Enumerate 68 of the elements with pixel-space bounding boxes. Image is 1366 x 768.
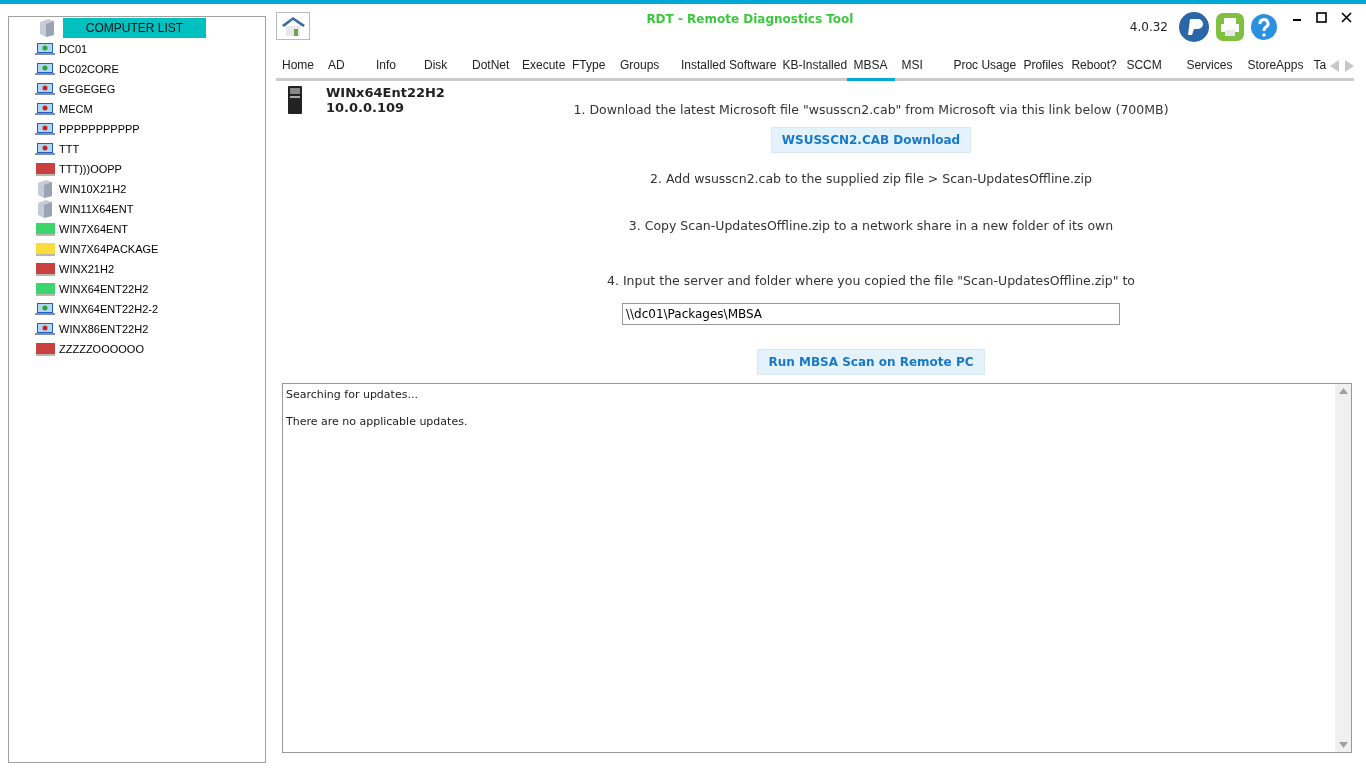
tab[interactable]: KB-Installed [776,58,848,81]
tab[interactable]: SCCM [1120,58,1181,81]
maximize-icon[interactable] [1316,12,1327,23]
computer-name[interactable]: GEGEGEG [59,83,116,95]
tab[interactable]: FType [566,58,614,81]
version-label: 4.0.32 [1129,20,1168,34]
output-line: There are no applicable updates. [286,415,469,428]
share-path-field[interactable]: \\dc01\Packages\MBSA [622,303,1120,325]
tab[interactable]: Ta [1307,58,1327,81]
tab[interactable]: Execute [516,58,566,81]
computer-name[interactable]: MECM [59,103,93,115]
computer-name[interactable]: WIN11X64ENT [59,203,134,215]
tab[interactable]: Disk [418,58,466,81]
tab[interactable]: DotNet [466,58,516,81]
close-icon[interactable] [1341,12,1352,23]
instruction-text: 4. Input the server and folder where you copied the file "Scan-UpdatesOffline.zip" to [607,273,1135,288]
tab[interactable]: Home [276,58,322,81]
tab[interactable]: Reboot? [1065,58,1121,81]
output-line: Searching for updates... [286,388,419,401]
computer-name[interactable]: WINX86ENT22H2 [59,323,149,335]
laptop-icon [35,302,55,316]
window-title: RDT - Remote Diagnostics Tool [645,12,855,26]
laptop-icon [35,82,55,96]
computer-name[interactable]: PPPPPPPPPPP [59,123,140,135]
computer-name[interactable]: TTT [59,143,80,155]
computer-name[interactable]: WINX21H2 [59,263,115,275]
server-icon [39,18,55,38]
computer-name[interactable]: DC01 [59,43,88,55]
printer-icon[interactable] [1216,13,1244,41]
tab[interactable]: StoreApps [1241,58,1308,81]
computer-name[interactable]: WIN10X21H2 [59,183,127,195]
tab[interactable]: Services [1180,58,1242,81]
machine-ip: 10.0.0.109 [326,100,406,115]
download-button[interactable]: WSUSSCN2.CAB Download [770,127,972,153]
tower-pc-icon [286,85,304,115]
computer-name[interactable]: DC02CORE [59,63,119,75]
run-scan-button[interactable]: Run MBSA Scan on Remote PC [757,349,985,375]
computer-name[interactable]: WINX64ENT22H2 [59,283,149,295]
computer-name[interactable]: WIN7X64PACKAGE [59,243,159,255]
laptop-icon [35,122,55,136]
machine-name: WINx64Ent22H2 [326,85,445,100]
laptop-icon [35,62,55,76]
server-icon [37,199,53,219]
instruction-text: 3. Copy Scan-UpdatesOffline.zip to a network share in a new folder of its own [628,218,1114,233]
tab[interactable]: MBSA [847,58,896,81]
tab[interactable]: Proc Usage [947,58,1018,81]
laptop-icon [35,102,55,116]
scroll-up-icon[interactable] [1338,388,1348,394]
tab[interactable]: AD [322,58,370,81]
server-icon [37,179,53,199]
laptop-icon [35,142,55,156]
tab[interactable]: Installed Software [675,58,777,81]
list-title: COMPUTER LIST [63,18,206,38]
tab[interactable]: Profiles [1017,58,1066,81]
computer-name[interactable]: ZZZZZOOOOOO [59,343,144,355]
computer-name[interactable]: WIN7X64ENT [59,223,129,235]
instruction-text: 1. Download the latest Microsoft file "wsusscn2.cab" from Microsoft via this link below (700MB) [573,102,1169,117]
laptop-icon [35,322,55,336]
computer-name[interactable]: TTT)))OOPP [59,163,122,175]
tab[interactable]: Groups [614,58,675,81]
instruction-text: 2. Add wsusscn2.cab to the supplied zip file > Scan-UpdatesOffline.zip [650,171,1092,186]
computer-name[interactable]: WINX64ENT22H2-2 [59,303,159,315]
tab[interactable]: Info [370,58,418,81]
tab[interactable]: MSI [895,58,948,81]
help-icon[interactable] [1250,13,1278,41]
scroll-down-icon[interactable] [1338,742,1348,748]
laptop-icon [35,42,55,56]
p-coin-icon[interactable] [1178,12,1210,42]
